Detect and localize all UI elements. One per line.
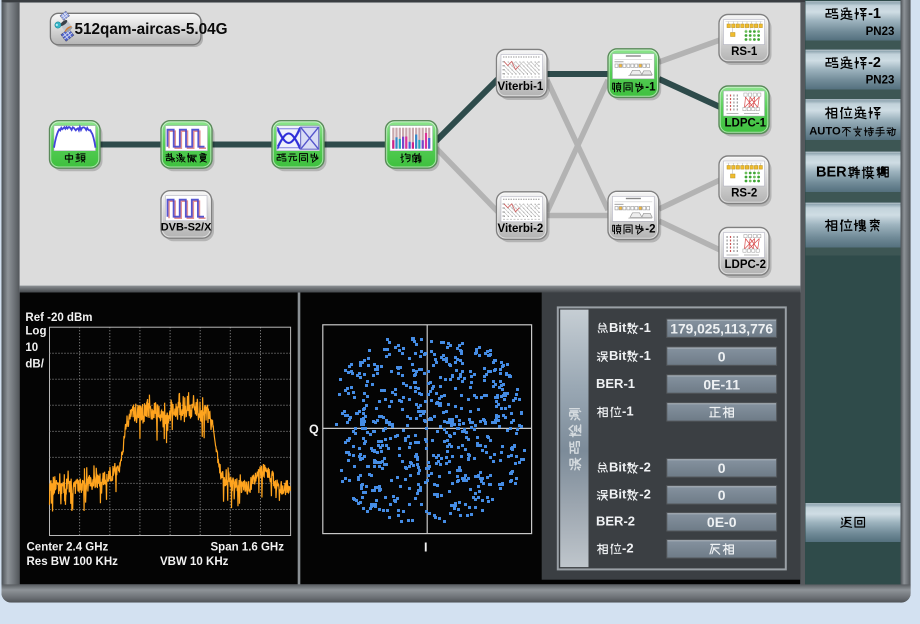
- svg-text:-2: -2: [639, 487, 651, 502]
- svg-text:0E-11: 0E-11: [703, 376, 740, 392]
- svg-text:LDPC-1: LDPC-1: [725, 117, 767, 129]
- svg-text:PN23: PN23: [866, 26, 895, 38]
- svg-text:dB/: dB/: [25, 359, 44, 371]
- svg-text:I: I: [424, 541, 427, 555]
- svg-text:RS-1: RS-1: [731, 46, 758, 58]
- svg-text:Viterbi-2: Viterbi-2: [498, 223, 544, 235]
- svg-text:RS-2: RS-2: [731, 187, 757, 199]
- svg-text:Log: Log: [25, 326, 46, 338]
- svg-text:BER-2: BER-2: [596, 514, 635, 529]
- svg-text:0E-0: 0E-0: [707, 514, 737, 530]
- svg-text:-1: -1: [639, 348, 651, 363]
- svg-text:179,025,113,776: 179,025,113,776: [670, 321, 773, 336]
- svg-text:Bit: Bit: [609, 460, 627, 475]
- svg-text:0: 0: [718, 487, 726, 503]
- svg-text:Bit: Bit: [609, 487, 627, 502]
- svg-text:0: 0: [718, 460, 726, 476]
- svg-text:BER: BER: [816, 164, 847, 180]
- svg-text:PN23: PN23: [866, 74, 895, 86]
- svg-text:Span 1.6 GHz: Span 1.6 GHz: [211, 542, 285, 554]
- svg-text:-2: -2: [868, 55, 881, 71]
- svg-text:-1: -1: [639, 320, 651, 335]
- svg-text:VBW 10 KHz: VBW 10 KHz: [160, 556, 229, 568]
- svg-text:Bit: Bit: [609, 348, 627, 363]
- svg-text:512qam-aircas-5.04G: 512qam-aircas-5.04G: [75, 21, 228, 38]
- svg-text:-2: -2: [622, 541, 634, 556]
- svg-text:Center 2.4 GHz: Center 2.4 GHz: [27, 542, 109, 554]
- svg-text:AUTO: AUTO: [809, 126, 841, 138]
- svg-text:Res BW 100 KHz: Res BW 100 KHz: [27, 556, 119, 568]
- svg-text:-2: -2: [645, 223, 655, 235]
- svg-text:-1: -1: [868, 6, 881, 22]
- svg-text:DVB-S2/X: DVB-S2/X: [161, 222, 212, 234]
- svg-text:-2: -2: [639, 460, 651, 475]
- svg-text:-1: -1: [645, 81, 656, 93]
- svg-text:Viterbi-1: Viterbi-1: [498, 81, 544, 93]
- svg-text:LDPC-2: LDPC-2: [725, 259, 767, 271]
- svg-text:BER-1: BER-1: [596, 376, 635, 391]
- svg-text:-1: -1: [622, 404, 634, 419]
- svg-text:Ref -20 dBm: Ref -20 dBm: [25, 312, 92, 324]
- svg-text:Bit: Bit: [609, 320, 627, 335]
- svg-text:0: 0: [718, 349, 726, 365]
- svg-text:10: 10: [25, 342, 38, 354]
- svg-text:Q: Q: [309, 423, 319, 437]
